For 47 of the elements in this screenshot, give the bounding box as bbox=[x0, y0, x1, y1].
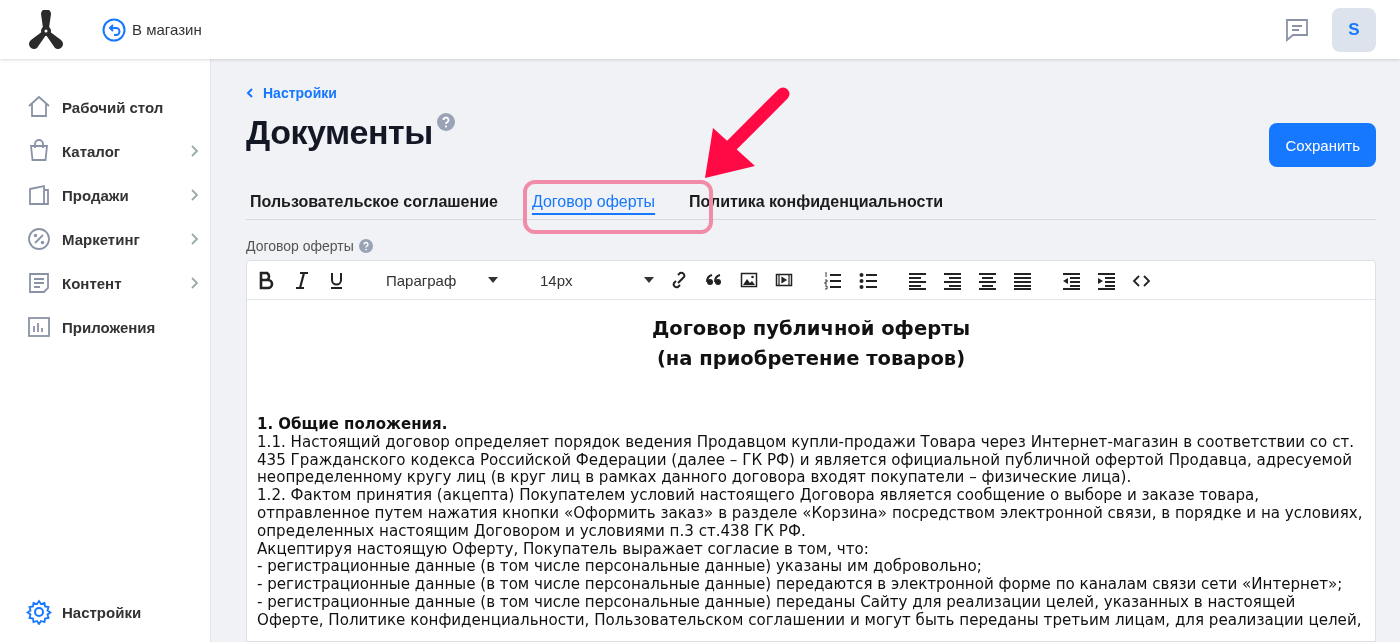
caret-icon bbox=[488, 277, 498, 283]
bullet-list-icon[interactable] bbox=[859, 270, 878, 290]
wallet-icon bbox=[26, 182, 52, 208]
chevron-left-icon bbox=[246, 88, 253, 98]
bold-icon[interactable] bbox=[257, 270, 276, 290]
sidebar-item[interactable]: Настройки bbox=[0, 590, 210, 634]
align-center-icon[interactable] bbox=[978, 270, 997, 290]
tab[interactable]: Пользовательское соглашение bbox=[246, 187, 502, 219]
sidebar-item[interactable]: Продажи bbox=[0, 173, 210, 217]
tab[interactable]: Политика конфиденциальности bbox=[685, 187, 948, 219]
caret-icon bbox=[644, 277, 654, 283]
breadcrumb-link[interactable]: Настройки bbox=[246, 85, 1376, 101]
align-left-icon[interactable] bbox=[908, 270, 927, 290]
house-icon bbox=[26, 94, 52, 120]
paragraph: 1.1. Настоящий договор определяет порядок ведения Продавцом купли-продажи Товара через Интернет-магазин в соответствии со ст. 435 Гражданского кодекса Российской Федерации (далее – ГК РФ) и является официальной публичной офертой Продавца, адресуемой неопределенному кругу лиц (в круг лиц в рамках данного договора входят покупатели – физические лица). bbox=[257, 433, 1356, 487]
save-button[interactable]: Сохранить bbox=[1269, 123, 1376, 167]
store-link[interactable]: В магазин bbox=[102, 17, 202, 42]
outdent-icon[interactable] bbox=[1062, 270, 1081, 290]
chart-icon bbox=[26, 314, 52, 340]
paragraph: - регистрационные данные (в том числе персональные данные) указаны им добровольно; bbox=[257, 558, 983, 577]
indent-icon[interactable] bbox=[1097, 270, 1116, 290]
paragraph: - регистрационные данные (в том числе персональные данные) переданы Сайту для реализации целей, указанных в настоящей Оферте, Политике конфиденциальности, Пользовательском соглашении и могут быть переданы третьим лицам, для реализации целей, bbox=[257, 593, 1363, 630]
section-heading: 1. Общие положения. bbox=[257, 416, 449, 434]
align-justify-icon[interactable] bbox=[1013, 270, 1032, 290]
sidebar-item[interactable]: Приложения bbox=[0, 305, 210, 349]
page-title: Документы bbox=[246, 113, 433, 152]
sidebar-item[interactable]: Каталог bbox=[0, 129, 210, 173]
paragraph: - регистрационные данные (в том числе персональные данные) передаются в электронной форме по каналам связи сети «Интернет»; bbox=[257, 576, 1344, 594]
document-title: (на приобретение товаров) bbox=[655, 346, 967, 372]
block-format-dropdown[interactable]: Параграф bbox=[386, 271, 498, 289]
percent-icon bbox=[26, 226, 52, 252]
field-label: Договор оферты bbox=[246, 238, 354, 254]
document-icon bbox=[26, 270, 52, 296]
numbered-list-icon[interactable] bbox=[824, 270, 843, 290]
sidebar-item[interactable]: Контент bbox=[0, 261, 210, 305]
sidebar-item[interactable]: Рабочий стол bbox=[0, 85, 210, 129]
sidebar-item[interactable]: Маркетинг bbox=[0, 217, 210, 261]
image-icon[interactable] bbox=[740, 270, 759, 290]
tab[interactable]: Договор оферты bbox=[527, 187, 660, 219]
paragraph: Акцептируя настоящую Оферту, Покупатель выражает согласие в том, что: bbox=[257, 540, 870, 559]
paragraph: 1.2. Фактом принятия (акцепта) Покупателем условий настоящего Договора является сообщение о выборе и заказе товара, отправленное путем нажатия кнопки «Оформить заказ» в разделе «Корзина» посредством электронной связи, в порядке и на условиях, определенных настоящим Договором и условиями п.3 ст.438 ГК РФ. bbox=[257, 487, 1364, 541]
chat-icon[interactable] bbox=[1284, 16, 1310, 43]
logo-icon bbox=[26, 9, 66, 50]
document-title: Договор публичной оферты bbox=[650, 316, 972, 342]
align-right-icon[interactable] bbox=[943, 270, 962, 290]
font-size-dropdown[interactable]: 14px bbox=[540, 271, 654, 289]
settings-icon bbox=[26, 599, 52, 625]
